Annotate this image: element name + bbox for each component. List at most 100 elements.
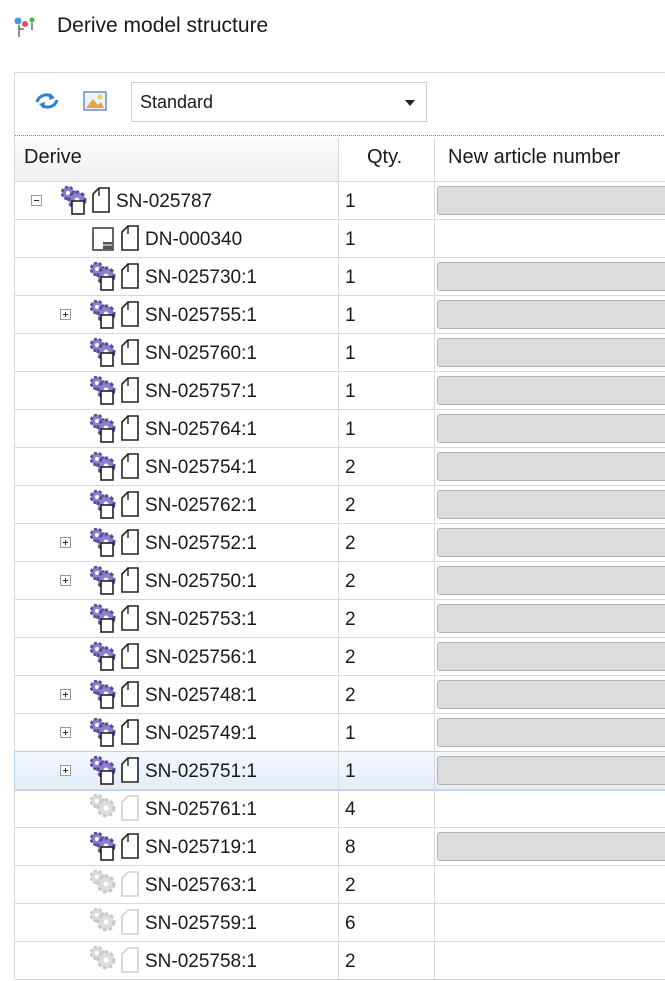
derive-cell: SN-025759:1 <box>15 904 339 942</box>
new-article-number-field[interactable] <box>437 186 665 215</box>
column-header-article-number[interactable]: New article number <box>435 138 665 182</box>
new-article-number-field[interactable] <box>437 604 665 633</box>
table-row[interactable]: SN-025764:1 1 <box>15 410 665 448</box>
table-row[interactable]: SN-025748:1 2 <box>15 676 665 714</box>
article-number-cell <box>435 182 665 220</box>
document-icon <box>119 906 141 941</box>
table-row[interactable]: SN-025752:1 2 <box>15 524 665 562</box>
derive-cell: SN-025763:1 <box>15 866 339 904</box>
item-label: SN-025754:1 <box>145 457 257 478</box>
qty-cell: 1 <box>339 714 435 752</box>
derive-cell: SN-025719:1 <box>15 828 339 866</box>
table-row[interactable]: SN-025730:1 1 <box>15 258 665 296</box>
item-label: SN-025757:1 <box>145 381 257 402</box>
table-row[interactable]: SN-025757:1 1 <box>15 372 665 410</box>
derive-cell: SN-025761:1 <box>15 790 339 828</box>
new-article-number-field[interactable] <box>437 832 665 861</box>
new-article-number-field[interactable] <box>437 528 665 557</box>
item-label: SN-025748:1 <box>145 685 257 706</box>
new-article-number-field[interactable] <box>437 376 665 405</box>
assembly-gear-icon <box>87 830 117 867</box>
expand-icon[interactable] <box>60 537 71 548</box>
preview-image-button[interactable] <box>81 87 109 115</box>
expand-icon[interactable] <box>60 765 71 776</box>
document-icon <box>119 298 141 333</box>
table-row[interactable]: SN-025759:1 6 <box>15 904 665 942</box>
article-number-cell <box>435 410 665 448</box>
document-icon <box>119 260 141 295</box>
table-row[interactable]: SN-025751:1 1 <box>14 751 665 791</box>
assembly-gear-icon <box>87 336 117 373</box>
table-row[interactable]: SN-025754:1 2 <box>15 448 665 486</box>
derive-cell: SN-025752:1 <box>15 524 339 562</box>
expand-icon[interactable] <box>60 727 71 738</box>
table-row[interactable]: SN-025750:1 2 <box>15 562 665 600</box>
table-row[interactable]: SN-025787 1 <box>15 182 665 220</box>
article-number-cell <box>435 866 665 904</box>
expand-icon[interactable] <box>60 575 71 586</box>
article-number-cell <box>435 942 665 980</box>
table-row[interactable]: SN-025758:1 2 <box>15 942 665 980</box>
new-article-number-field[interactable] <box>437 414 665 443</box>
refresh-arrows-icon <box>35 93 59 109</box>
table-row[interactable]: SN-025761:1 4 <box>15 790 665 828</box>
document-icon <box>119 678 141 713</box>
article-number-cell <box>435 638 665 676</box>
table-row[interactable]: SN-025762:1 2 <box>15 486 665 524</box>
table-row[interactable]: SN-025756:1 2 <box>15 638 665 676</box>
assembly-gear-icon <box>87 716 117 753</box>
item-label: SN-025719:1 <box>145 837 257 858</box>
collapse-icon[interactable] <box>31 195 42 206</box>
new-article-number-field[interactable] <box>437 300 665 329</box>
new-article-number-field[interactable] <box>437 262 665 291</box>
new-article-number-field[interactable] <box>437 756 665 785</box>
assembly-gear-icon <box>87 868 117 905</box>
refresh-button[interactable] <box>33 87 61 115</box>
qty-cell: 2 <box>339 448 435 486</box>
expand-icon[interactable] <box>60 309 71 320</box>
expand-icon[interactable] <box>60 689 71 700</box>
column-header-derive[interactable]: Derive <box>15 138 339 182</box>
qty-cell: 1 <box>339 220 435 258</box>
assembly-gear-icon <box>87 450 117 487</box>
qty-cell: 2 <box>339 562 435 600</box>
table-row[interactable]: SN-025719:1 8 <box>15 828 665 866</box>
assembly-gear-icon <box>87 298 117 335</box>
toolbar: Standard <box>15 73 665 137</box>
new-article-number-field[interactable] <box>437 338 665 367</box>
new-article-number-field[interactable] <box>437 642 665 671</box>
item-label: SN-025759:1 <box>145 913 257 934</box>
view-mode-select[interactable]: Standard <box>131 82 427 122</box>
document-icon <box>119 374 141 409</box>
qty-cell: 1 <box>339 182 435 220</box>
new-article-number-field[interactable] <box>437 718 665 747</box>
table-row[interactable]: DN-000340 1 <box>15 220 665 258</box>
table-row[interactable]: SN-025763:1 2 <box>15 866 665 904</box>
article-number-cell <box>435 486 665 524</box>
item-label: SN-025730:1 <box>145 267 257 288</box>
new-article-number-field[interactable] <box>437 566 665 595</box>
new-article-number-field[interactable] <box>437 490 665 519</box>
item-label: SN-025764:1 <box>145 419 257 440</box>
new-article-number-field[interactable] <box>437 680 665 709</box>
drawing-icon <box>91 222 115 257</box>
item-label: SN-025755:1 <box>145 305 257 326</box>
derive-cell: SN-025749:1 <box>15 714 339 752</box>
table-row[interactable]: SN-025749:1 1 <box>15 714 665 752</box>
item-label: SN-025753:1 <box>145 609 257 630</box>
new-article-number-field[interactable] <box>437 452 665 481</box>
column-header-qty[interactable]: Qty. <box>339 138 435 182</box>
article-number-cell <box>435 220 665 258</box>
item-label: SN-025761:1 <box>145 799 257 820</box>
table-row[interactable]: SN-025755:1 1 <box>15 296 665 334</box>
qty-cell: 1 <box>339 372 435 410</box>
qty-cell: 1 <box>339 752 435 790</box>
item-label: SN-025752:1 <box>145 533 257 554</box>
qty-cell: 6 <box>339 904 435 942</box>
qty-cell: 2 <box>339 486 435 524</box>
document-icon <box>119 222 141 257</box>
table-row[interactable]: SN-025760:1 1 <box>15 334 665 372</box>
table-row[interactable]: SN-025753:1 2 <box>15 600 665 638</box>
document-icon <box>119 526 141 561</box>
document-icon <box>119 602 141 637</box>
